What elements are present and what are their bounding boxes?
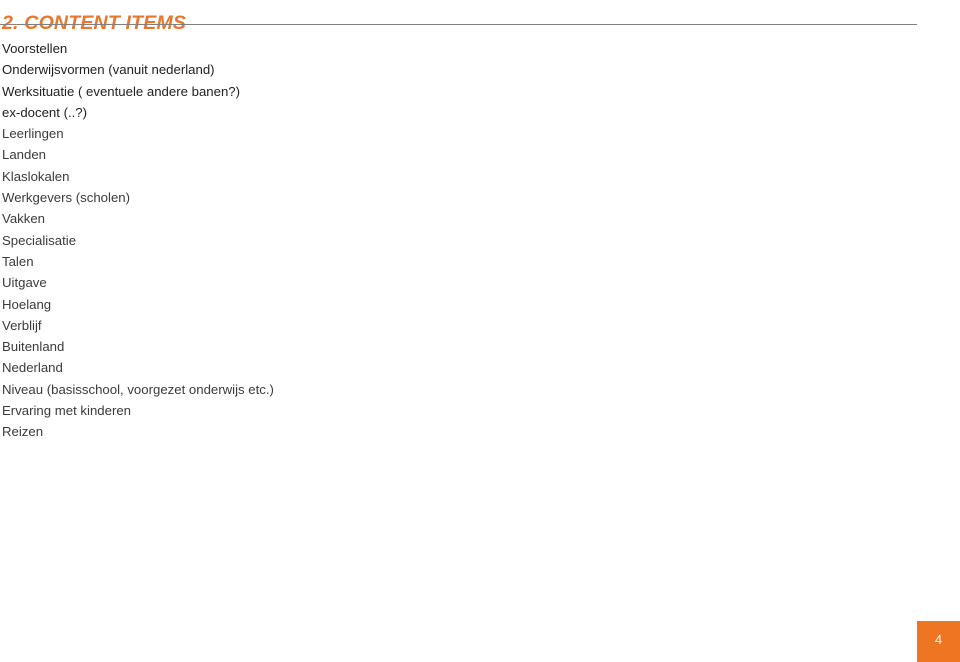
list-item: Buitenland (2, 339, 65, 355)
slide-canvas: 2. CONTENT ITEMS Voorstellen Onderwijsvor… (0, 0, 960, 662)
list-item: Talen (2, 253, 34, 269)
list-item: Werkgevers (scholen) (2, 190, 131, 206)
list-item: Hoelang (2, 296, 52, 312)
list-item: Leerlingen (2, 126, 64, 142)
list-item: Ervaring met kinderen (2, 403, 132, 419)
list-item: Reizen (2, 424, 44, 440)
list-item: Verblijf (2, 317, 42, 333)
list-item: Niveau (basisschool, voorgezet onderwijs… (2, 381, 274, 397)
page-number-label: 4 (934, 632, 943, 647)
content-items-list: Voorstellen Onderwijsvormen (vanuit neder… (2, 38, 902, 443)
list-item: Specialisatie (2, 232, 77, 248)
list-item: Landen (2, 147, 47, 163)
list-item: Klaslokalen (2, 168, 70, 184)
list-item: Nederland (2, 360, 63, 376)
list-item: Vakken (2, 211, 46, 227)
page-number-badge: 4 (917, 621, 960, 662)
heading-divider (0, 24, 917, 25)
list-item: Onderwijsvormen (vanuit nederland) (2, 62, 215, 78)
list-item: Werksituatie ( eventuele andere banen?) (2, 83, 241, 99)
list-item: ex-docent (..?) (2, 104, 88, 120)
list-item: Uitgave (2, 275, 47, 291)
list-item: Voorstellen (2, 41, 68, 56)
